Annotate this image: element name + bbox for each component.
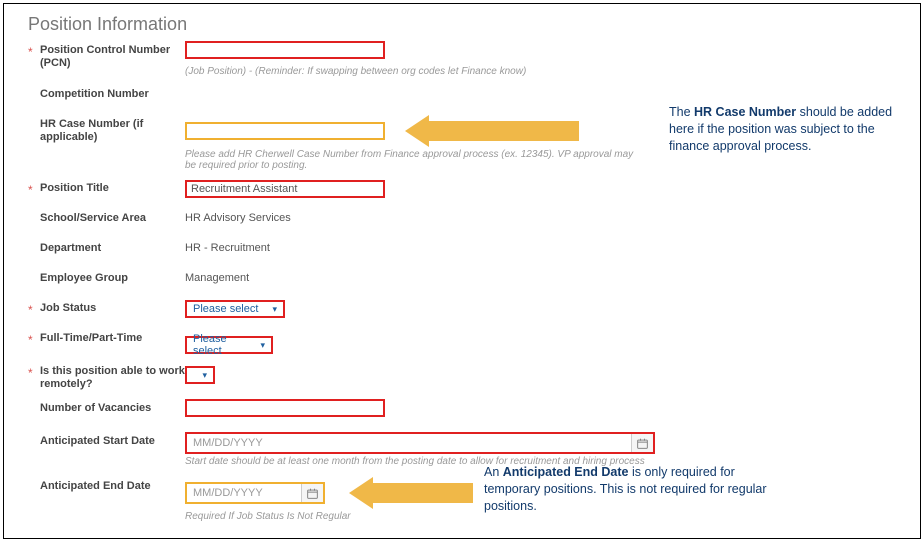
- row-job-status: * Job Status Please select ▾: [28, 299, 896, 321]
- label-competition-number: Competition Number: [40, 85, 185, 101]
- calendar-button[interactable]: [631, 434, 653, 452]
- school-service-value: HR Advisory Services: [185, 209, 291, 224]
- label-start-date: Anticipated Start Date: [40, 432, 185, 448]
- employee-group-value: Management: [185, 269, 249, 284]
- ft-pt-value: Please select: [193, 333, 252, 357]
- row-remote: * Is this position able to work remotely…: [28, 362, 896, 391]
- section-title: Position Information: [28, 14, 896, 35]
- chevron-down-icon: ▾: [260, 340, 265, 351]
- end-date-input[interactable]: MM/DD/YYYY: [185, 482, 325, 504]
- end-date-hint: Required If Job Status Is Not Regular: [185, 511, 473, 522]
- label-vacancies: Number of Vacancies: [40, 399, 185, 415]
- row-start-date: Anticipated Start Date MM/DD/YYYY Start …: [28, 432, 896, 467]
- position-title-input[interactable]: Recruitment Assistant: [185, 180, 385, 198]
- pcn-input[interactable]: [185, 41, 385, 59]
- row-ft-pt: * Full-Time/Part-Time Please select ▾: [28, 329, 896, 354]
- department-value: HR - Recruitment: [185, 239, 270, 254]
- arrow-hr-case: [405, 115, 579, 147]
- annotation-end-date: An Anticipated End Date is only required…: [484, 464, 794, 515]
- row-position-title: * Position Title Recruitment Assistant: [28, 179, 896, 201]
- label-job-status: Job Status: [40, 299, 185, 315]
- label-pcn: Position Control Number (PCN): [40, 41, 185, 70]
- label-ft-pt: Full-Time/Part-Time: [40, 329, 185, 345]
- start-date-value: MM/DD/YYYY: [187, 437, 631, 449]
- label-department: Department: [40, 239, 185, 255]
- row-employee-group: Employee Group Management: [28, 269, 896, 291]
- row-department: Department HR - Recruitment: [28, 239, 896, 261]
- label-hr-case: HR Case Number (if applicable): [40, 115, 185, 144]
- ft-pt-select[interactable]: Please select ▾: [185, 336, 273, 354]
- required-marker: *: [28, 41, 40, 59]
- start-date-input[interactable]: MM/DD/YYYY: [185, 432, 655, 454]
- label-end-date: Anticipated End Date: [40, 477, 185, 493]
- required-marker: *: [28, 362, 40, 380]
- row-pcn: * Position Control Number (PCN) (Job Pos…: [28, 41, 896, 77]
- label-school-service: School/Service Area: [40, 209, 185, 225]
- label-employee-group: Employee Group: [40, 269, 185, 285]
- hr-case-hint: Please add HR Cherwell Case Number from …: [185, 149, 645, 171]
- remote-select[interactable]: ▾: [185, 366, 215, 384]
- row-vacancies: Number of Vacancies: [28, 399, 896, 422]
- required-marker: *: [28, 299, 40, 317]
- end-date-value: MM/DD/YYYY: [187, 487, 301, 499]
- hr-case-input[interactable]: [185, 122, 385, 140]
- calendar-button[interactable]: [301, 484, 323, 502]
- calendar-icon: [637, 438, 648, 449]
- label-remote: Is this position able to work remotely?: [40, 362, 185, 391]
- required-marker: *: [28, 179, 40, 197]
- calendar-icon: [307, 488, 318, 499]
- arrow-end-date: [349, 477, 473, 509]
- annotation-hr-case: The HR Case Number should be added here …: [669, 104, 894, 155]
- chevron-down-icon: ▾: [202, 370, 207, 381]
- vacancies-input[interactable]: [185, 399, 385, 417]
- job-status-select[interactable]: Please select ▾: [185, 300, 285, 318]
- pcn-hint: (Job Position) - (Reminder: If swapping …: [185, 66, 526, 77]
- chevron-down-icon: ▾: [272, 304, 277, 315]
- row-school-service: School/Service Area HR Advisory Services: [28, 209, 896, 231]
- job-status-value: Please select: [193, 303, 258, 315]
- label-position-title: Position Title: [40, 179, 185, 195]
- required-marker: *: [28, 329, 40, 347]
